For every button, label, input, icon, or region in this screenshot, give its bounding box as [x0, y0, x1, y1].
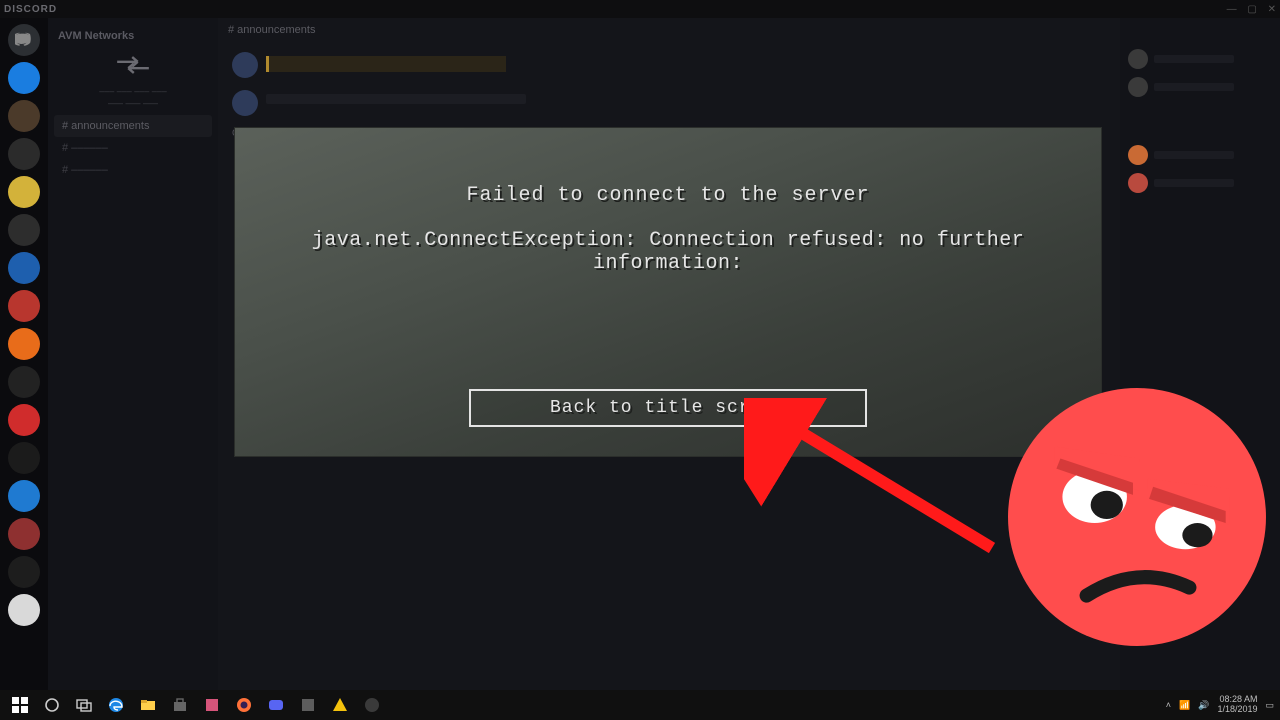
tray-network-icon[interactable]: 📶	[1179, 700, 1190, 711]
server-item[interactable]	[8, 138, 40, 170]
server-item[interactable]	[8, 480, 40, 512]
server-item[interactable]	[8, 252, 40, 284]
server-item[interactable]	[8, 100, 40, 132]
member-item[interactable]	[1128, 77, 1272, 97]
start-button[interactable]	[6, 694, 34, 716]
channel-selected[interactable]: # announcements	[54, 115, 212, 137]
channel-item[interactable]: # ––––––	[54, 159, 212, 181]
minimize-icon[interactable]: —	[1227, 4, 1237, 15]
app-icon[interactable]	[198, 694, 226, 716]
discord-home-icon[interactable]	[8, 24, 40, 56]
cortana-icon[interactable]	[38, 694, 66, 716]
window-controls: — ▢ ✕	[1219, 4, 1276, 15]
server-item[interactable]	[8, 214, 40, 246]
server-list	[0, 18, 48, 690]
windows-taskbar: ˄ 📶 🔊 08:28 AM 1/18/2019 ▭	[0, 690, 1280, 720]
close-icon[interactable]: ✕	[1268, 4, 1276, 15]
discord-app: Streamer Mode is enabled. Stay safe, fri…	[0, 18, 1280, 690]
boost-text: ––– ––– ––– –––––– ––– –––	[54, 86, 212, 109]
message-line	[266, 94, 526, 104]
server-item[interactable]	[8, 366, 40, 398]
member-item[interactable]	[1128, 173, 1272, 193]
window-titlebar: DISCORD — ▢ ✕	[0, 0, 1280, 18]
taskbar-clock[interactable]: 08:28 AM 1/18/2019	[1217, 695, 1257, 715]
server-item[interactable]	[8, 518, 40, 550]
channel-item[interactable]: # ––––––	[54, 137, 212, 159]
chat-message	[218, 84, 1120, 122]
back-to-title-button[interactable]: Back to title screen	[469, 389, 867, 427]
server-item[interactable]	[8, 594, 40, 626]
avatar[interactable]	[232, 90, 258, 116]
member-item[interactable]	[1128, 49, 1272, 69]
server-item[interactable]	[8, 62, 40, 94]
error-message: java.net.ConnectException: Connection re…	[235, 229, 1101, 275]
angry-emoji-icon	[1006, 386, 1268, 648]
firefox-icon[interactable]	[230, 694, 258, 716]
task-view-icon[interactable]	[70, 694, 98, 716]
app-name: DISCORD	[4, 4, 57, 15]
store-icon[interactable]	[166, 694, 194, 716]
tray-chevron-icon[interactable]: ˄	[1166, 700, 1171, 710]
chat-message	[218, 46, 1120, 84]
swap-arrows-icon	[54, 52, 212, 78]
guild-name[interactable]: AVM Networks	[58, 30, 212, 42]
file-explorer-icon[interactable]	[134, 694, 162, 716]
minecraft-error-screen: Failed to connect to the server java.net…	[235, 128, 1101, 456]
tray-volume-icon[interactable]: 🔊	[1198, 700, 1209, 711]
edge-icon[interactable]	[102, 694, 130, 716]
server-item[interactable]	[8, 556, 40, 588]
channel-list: AVM Networks ––– ––– ––– –––––– ––– ––– …	[48, 18, 218, 690]
app-icon[interactable]	[294, 694, 322, 716]
server-item[interactable]	[8, 290, 40, 322]
error-title: Failed to connect to the server	[235, 184, 1101, 207]
discord-taskbar-icon[interactable]	[262, 694, 290, 716]
member-item[interactable]	[1128, 145, 1272, 165]
app-icon[interactable]	[358, 694, 386, 716]
warning-icon[interactable]	[326, 694, 354, 716]
server-item[interactable]	[8, 328, 40, 360]
message-embed-bar	[266, 56, 506, 72]
notification-center-icon[interactable]: ▭	[1265, 700, 1274, 711]
server-item[interactable]	[8, 404, 40, 436]
server-item[interactable]	[8, 176, 40, 208]
avatar[interactable]	[232, 52, 258, 78]
chat-area: # announcements Open original Failed to …	[218, 18, 1120, 690]
maximize-icon[interactable]: ▢	[1247, 4, 1256, 15]
server-item[interactable]	[8, 442, 40, 474]
channel-header: # announcements	[218, 18, 1120, 46]
